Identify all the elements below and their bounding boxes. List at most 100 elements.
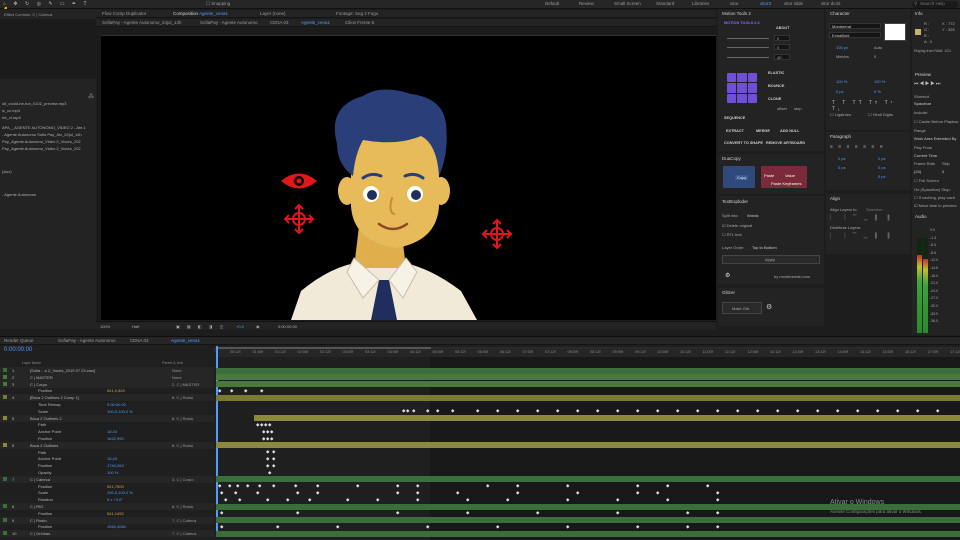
keyframe[interactable]: ◆ xyxy=(936,408,939,413)
kerning-field[interactable]: Metrics xyxy=(836,54,849,59)
keyframe[interactable]: ◆ xyxy=(296,490,299,495)
keyframe[interactable]: ◆ xyxy=(270,436,273,441)
keyframe[interactable]: ◆ xyxy=(220,524,223,529)
effect-controls-tab[interactable]: Effect Controls: C | Cabeca xyxy=(4,12,52,17)
keyframe[interactable]: ◆ xyxy=(616,510,619,515)
keyframe[interactable]: ◆ xyxy=(286,497,289,502)
cache-checkbox[interactable]: ☐ Cache Before Playbac xyxy=(914,119,959,124)
keyframe[interactable]: ◆ xyxy=(244,388,247,393)
parent-select[interactable]: 7. C | Cabeca xyxy=(172,518,196,523)
parent-select[interactable]: 6. C | Rosto xyxy=(172,504,193,509)
viewer-time[interactable]: 0:00:00:00 xyxy=(278,324,297,329)
split-into-select[interactable]: Words xyxy=(747,213,758,218)
workspace-libraries[interactable]: Libraries xyxy=(692,1,709,6)
keyframe[interactable]: ◆ xyxy=(716,524,719,529)
property-value[interactable]: 541,7500 xyxy=(107,484,124,489)
parent-select[interactable]: 8. C | Rosto xyxy=(172,443,193,448)
exposure-value[interactable]: +0.0 xyxy=(236,324,244,329)
frame-rate-select[interactable]: (24) xyxy=(914,169,921,174)
anchor-grid[interactable] xyxy=(727,73,757,103)
project-item[interactable]: Pay_Agente Autonomo_Video 2_Voces_202 xyxy=(2,139,81,144)
keyframe[interactable]: ◆ xyxy=(556,408,559,413)
keyframe[interactable]: ◆ xyxy=(218,388,221,393)
network-icon[interactable]: ⁂ xyxy=(88,93,94,100)
layer-color-label[interactable] xyxy=(3,531,7,536)
tracking-field[interactable]: 0 xyxy=(874,54,876,59)
play-from-select[interactable]: Current Time xyxy=(914,153,937,158)
time-ruler[interactable]: 00:12f 01:00f 01:12f 02:00f 02:12f 03:00f 03:1… xyxy=(216,349,960,357)
playback-controls[interactable]: ⏮◀▶▶⏭ xyxy=(914,81,941,87)
font-family-select[interactable]: Montserrat xyxy=(829,23,881,29)
zoom-select[interactable]: 100% xyxy=(100,324,110,329)
keyframe[interactable]: ◆ xyxy=(224,497,227,502)
keyframe-track[interactable] xyxy=(216,402,960,408)
glitzer-gear-icon[interactable]: ⚙ xyxy=(766,303,772,311)
keyframe[interactable]: ◆ xyxy=(416,483,419,488)
merge-button[interactable]: MERGE xyxy=(756,129,770,133)
sequence-button[interactable]: SEQUENCE xyxy=(724,116,745,120)
keyframe[interactable]: ◆ xyxy=(346,497,349,502)
keyframe[interactable]: ◆ xyxy=(496,408,499,413)
keyframe[interactable]: ◆ xyxy=(716,497,719,502)
keyframe[interactable]: ◆ xyxy=(406,408,409,413)
property-value[interactable]: 18,43 xyxy=(107,429,117,434)
paste-keyframes-label[interactable]: Paste Keyframes xyxy=(771,181,801,186)
keyframe[interactable]: ◆ xyxy=(220,510,223,515)
keyframe[interactable]: ◆ xyxy=(266,463,269,468)
keyframe[interactable]: ◆ xyxy=(256,422,259,427)
keyframe[interactable]: ◆ xyxy=(276,524,279,529)
keyframe[interactable]: ◆ xyxy=(676,408,679,413)
keyframe[interactable]: ◆ xyxy=(636,483,639,488)
elastic-button[interactable]: ELASTIC xyxy=(768,71,784,75)
keyframe-track[interactable]: ◆ ◆ ◆ ◆ xyxy=(216,422,960,428)
tab-timeline-active[interactable]: Agente_cena1 xyxy=(171,338,200,343)
keyframe[interactable]: ◆ xyxy=(716,408,719,413)
keyframe[interactable]: ◆ xyxy=(416,497,419,502)
project-item[interactable]: (Aux) xyxy=(2,169,12,174)
breadcrumb-item[interactable]: Agente_cena1 xyxy=(301,20,330,25)
parent-select[interactable]: 7. C | Cabeca xyxy=(172,531,196,536)
keyframe[interactable]: ◆ xyxy=(272,456,275,461)
keyframe[interactable]: ◆ xyxy=(266,429,269,434)
keyframe-track[interactable]: ◆ ◆ xyxy=(216,463,960,469)
keyframe[interactable]: ◆ xyxy=(856,408,859,413)
keyframe[interactable]: ◆ xyxy=(236,483,239,488)
layer-duration-bar[interactable] xyxy=(254,415,960,422)
indent-right-field[interactable]: 0 px xyxy=(878,156,886,161)
keyframe[interactable]: ◆ xyxy=(436,408,439,413)
layer-color-label[interactable] xyxy=(3,415,7,420)
distribute-buttons[interactable]: ▏ ▕ ▔ ▁ ▌ ▐ xyxy=(830,233,892,239)
keyframe[interactable]: ◆ xyxy=(296,510,299,515)
timeline-current-time[interactable]: 0:00:00:00 xyxy=(4,347,32,353)
property-value[interactable]: 100,0,100,0 % xyxy=(107,409,133,414)
remove-artboard-button[interactable]: REMOVE ARTBOARD xyxy=(766,141,805,145)
slider-track[interactable] xyxy=(727,57,769,58)
keyframe[interactable]: ◆ xyxy=(716,490,719,495)
fill-color-swatch[interactable] xyxy=(884,23,906,41)
first-line-field[interactable]: 0 px xyxy=(878,174,886,179)
workspace-vitor[interactable]: vitor xyxy=(730,1,739,6)
keyframe[interactable]: ◆ xyxy=(576,408,579,413)
layer-color-label[interactable] xyxy=(3,395,7,400)
tool-icons[interactable]: ⌂ ✥ ↻ ◎ ✎ ▭ ✒ T ✋ xyxy=(3,1,93,13)
keyframe[interactable]: ◆ xyxy=(272,483,275,488)
horizontal-scale-field[interactable]: 100 % xyxy=(874,79,885,84)
workspace-standard[interactable]: Standard xyxy=(656,1,674,6)
shortcut-select[interactable]: Spacebar xyxy=(914,101,931,106)
keyframe[interactable]: ◆ xyxy=(396,483,399,488)
layer-color-label[interactable] xyxy=(3,476,7,481)
quality-select[interactable]: Half xyxy=(132,324,139,329)
keyframe-track[interactable]: ◆ ◆ xyxy=(216,456,960,462)
keyframe[interactable]: ◆ xyxy=(536,408,539,413)
keyframe[interactable]: ◆ xyxy=(402,408,405,413)
keyframe[interactable]: ◆ xyxy=(260,388,263,393)
keyframe[interactable]: ◆ xyxy=(238,497,241,502)
tab-footage[interactable]: Footage: Seg 2 Fogo xyxy=(336,11,378,16)
project-item[interactable]: - Agente Autonomo xyxy=(2,192,36,197)
project-item[interactable]: - Agente Autonomo Sofia Pay_Alx_02jul_14… xyxy=(2,132,82,137)
workspace-vitor-dc42[interactable]: vitor dc42 xyxy=(821,1,841,6)
parent-select[interactable]: 2. C | MASTER xyxy=(172,382,199,387)
keyframe[interactable]: ◆ xyxy=(876,408,879,413)
info-tab[interactable]: Info xyxy=(915,11,923,16)
keyframe[interactable]: ◆ xyxy=(426,408,429,413)
